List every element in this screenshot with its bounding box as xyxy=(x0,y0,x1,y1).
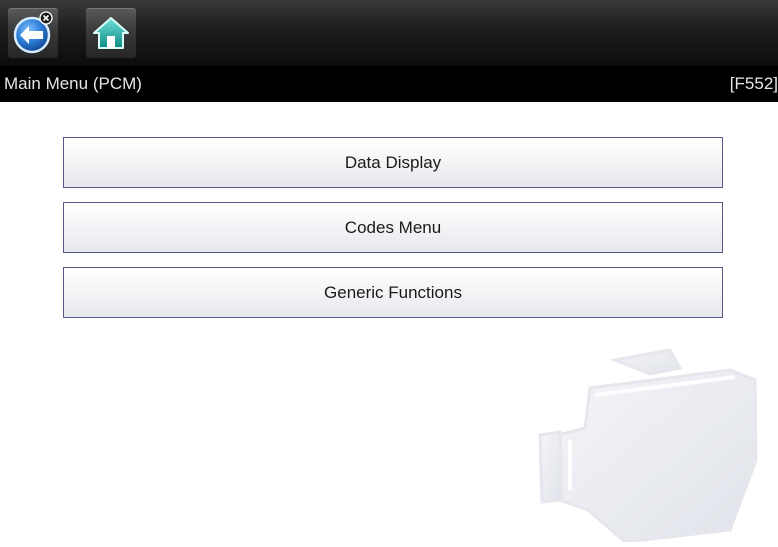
close-icon xyxy=(39,11,53,25)
back-button[interactable] xyxy=(8,8,58,58)
engine-icon xyxy=(530,340,778,544)
codes-menu-button[interactable]: Codes Menu xyxy=(63,202,723,253)
home-icon xyxy=(93,17,129,49)
top-toolbar xyxy=(0,0,778,66)
data-display-button[interactable]: Data Display xyxy=(63,137,723,188)
generic-functions-button[interactable]: Generic Functions xyxy=(63,267,723,318)
screen-code-label: [F552] xyxy=(729,74,778,93)
home-button[interactable] xyxy=(86,8,136,58)
page-title: Main Menu (PCM) xyxy=(4,74,142,93)
title-bar: Main Menu (PCM) [F552] xyxy=(0,66,778,102)
